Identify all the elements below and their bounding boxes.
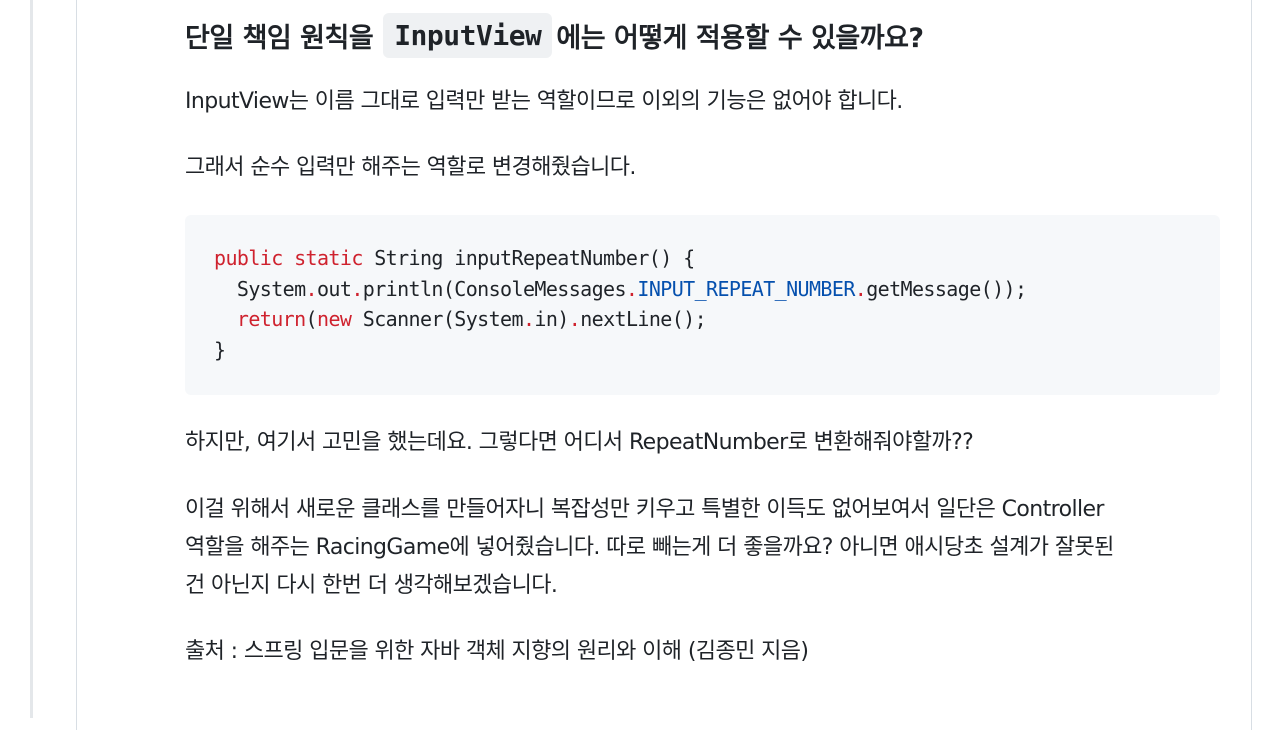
code-text: System — [214, 276, 306, 301]
code-text: } — [214, 337, 226, 362]
heading-text-suffix: 에는 어떻게 적용할 수 있을까요? — [556, 22, 924, 54]
code-keyword: static — [294, 246, 363, 270]
paragraph-inputview-role: InputView는 이름 그대로 입력만 받는 역할이므로 이외의 기능은 없… — [185, 89, 903, 114]
page-left-rail — [30, 0, 33, 718]
paragraph-concern: 하지만, 여기서 고민을 했는데요. 그렇다면 어디서 RepeatNumber… — [185, 430, 974, 455]
code-operator: . — [625, 276, 638, 301]
heading-inline-code: InputView — [383, 12, 553, 58]
code-operator: . — [305, 276, 318, 301]
code-text: String inputRepeatNumber() { — [362, 246, 695, 270]
code-text: out — [316, 276, 352, 301]
code-line-1: public static String inputRepeatNumber()… — [214, 243, 1191, 274]
code-text: println(ConsoleMessages — [362, 276, 627, 301]
code-constant: INPUT_REPEAT_NUMBER — [637, 276, 855, 301]
code-keyword: new — [317, 307, 352, 331]
code-block: public static String inputRepeatNumber()… — [185, 215, 1220, 395]
code-operator: . — [854, 276, 867, 301]
paragraph-refactor-note: 그래서 순수 입력만 해주는 역할로 변경해줬습니다. — [185, 155, 636, 180]
code-keyword: public — [214, 246, 283, 270]
paragraph-line: 이걸 위해서 새로운 클래스를 만들어자니 복잡성만 키우고 특별한 이득도 없… — [185, 497, 1104, 522]
code-text: ( — [305, 307, 318, 331]
paragraph-line: 역할을 해주는 RacingGame에 넣어줬습니다. 따로 빼는게 더 좋을까… — [185, 535, 1114, 560]
code-operator: . — [568, 307, 581, 331]
paragraph-source: 출처 : 스프링 입문을 위한 자바 객체 지향의 원리와 이해 (김종민 지음… — [185, 639, 809, 664]
code-keyword: return — [236, 307, 306, 331]
code-text: in) — [534, 307, 569, 331]
paragraph-decision: 이걸 위해서 새로운 클래스를 만들어자니 복잡성만 키우고 특별한 이득도 없… — [185, 491, 1114, 605]
code-line-3: return(new Scanner(System.in).nextLine()… — [214, 304, 1191, 335]
code-text: nextLine(); — [580, 307, 707, 331]
code-line-4: } — [214, 335, 1191, 366]
code-line-2: System.out.println(ConsoleMessages.INPUT… — [214, 274, 1191, 305]
code-text: getMessage()); — [866, 276, 1027, 301]
code-text: Scanner(System — [351, 307, 524, 331]
heading-text-prefix: 단일 책임 원칙을 — [185, 22, 374, 54]
code-operator: . — [522, 307, 535, 331]
code-operator: . — [351, 276, 363, 301]
section-heading: 단일 책임 원칙을 InputView 에는 어떻게 적용할 수 있을까요? — [185, 12, 924, 58]
paragraph-line: 건 아닌지 다시 한번 더 생각해보겠습니다. — [185, 573, 558, 598]
